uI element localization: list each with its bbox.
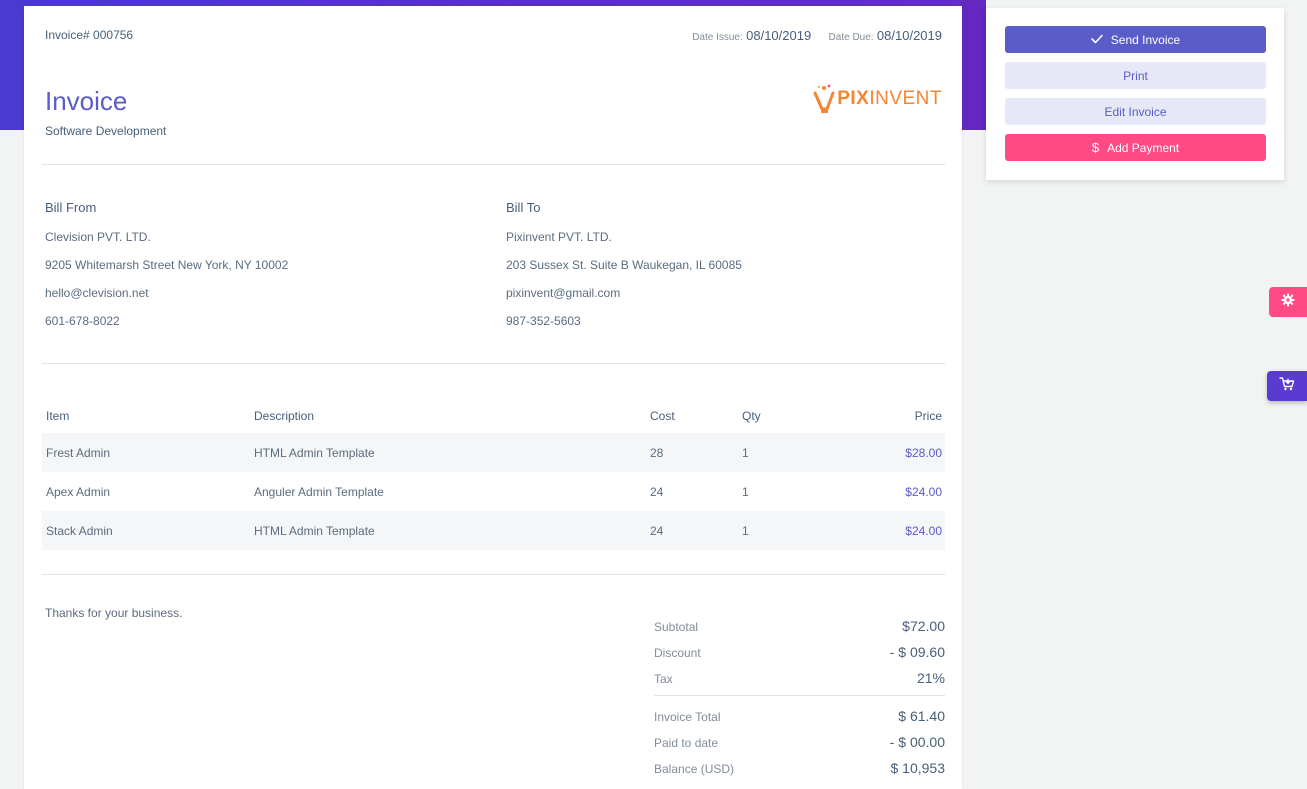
col-header-description: Description [254, 409, 315, 423]
bill-to-phone: 987-352-5603 [506, 314, 581, 328]
cell-qty: 1 [742, 523, 749, 538]
invoice-number-label: Invoice# [45, 28, 90, 42]
date-issue-value: 08/10/2019 [746, 28, 812, 43]
cart-button[interactable] [1267, 371, 1307, 401]
divider [42, 574, 945, 575]
cell-price: $28.00 [905, 445, 942, 460]
balance-value: $ 10,953 [890, 760, 946, 776]
cell-price: $24.00 [905, 484, 942, 499]
cell-cost: 28 [650, 445, 664, 460]
col-header-price: Price [914, 409, 942, 423]
send-invoice-label: Send Invoice [1110, 32, 1181, 47]
bill-to-address: 203 Sussex St. Suite B Waukegan, IL 6008… [506, 258, 742, 272]
bill-from-company: Clevision PVT. LTD. [45, 230, 151, 244]
bill-from-heading: Bill From [45, 200, 97, 215]
table-row: Stack Admin HTML Admin Template 24 1 $24… [42, 511, 945, 550]
col-header-cost: Cost [650, 409, 675, 423]
print-button[interactable]: Print [1005, 62, 1266, 89]
header-band-strip [962, 0, 986, 130]
cell-description: Anguler Admin Template [254, 484, 384, 499]
cell-cost: 24 [650, 484, 664, 499]
balance-row: Balance (USD) $ 10,953 [654, 750, 945, 776]
invoice-total-row: Invoice Total $ 61.40 [654, 702, 945, 724]
invoice-number: Invoice# 000756 [45, 28, 133, 42]
cell-item: Stack Admin [46, 523, 113, 538]
totals-summary: Subtotal $72.00 Discount - $ 09.60 Tax 2… [654, 610, 945, 776]
settings-button[interactable] [1269, 287, 1307, 317]
discount-row: Discount - $ 09.60 [654, 634, 945, 660]
divider [42, 164, 945, 165]
bulb-logo-icon [811, 84, 837, 114]
col-header-qty: Qty [742, 409, 761, 423]
table-header-row: Item Description Cost Qty Price [42, 399, 945, 433]
add-payment-label: Add Payment [1107, 140, 1180, 155]
edit-invoice-button[interactable]: Edit Invoice [1005, 98, 1266, 125]
cell-price: $24.00 [905, 523, 942, 538]
cell-item: Frest Admin [46, 445, 111, 460]
date-due-value: 08/10/2019 [876, 28, 942, 43]
divider [42, 363, 945, 364]
invoice-subtitle: Software Development [45, 124, 167, 138]
bill-to: Bill To Pixinvent PVT. LTD. 203 Sussex S… [506, 200, 742, 341]
invoice-total-label: Invoice Total [654, 710, 721, 724]
edit-invoice-label: Edit Invoice [1104, 104, 1167, 119]
totals-divider [654, 695, 945, 696]
date-issue-label: Date Issue: [692, 32, 743, 43]
bill-from: Bill From Clevision PVT. LTD. 9205 White… [45, 200, 288, 341]
cell-cost: 24 [650, 523, 664, 538]
invoice-total-value: $ 61.40 [898, 708, 945, 724]
cell-qty: 1 [742, 445, 749, 460]
date-due-label: Date Due: [828, 32, 874, 43]
subtotal-row: Subtotal $72.00 [654, 610, 945, 634]
invoice-actions-card: Send Invoice Print Edit Invoice $ Add Pa… [986, 8, 1284, 180]
bill-to-company: Pixinvent PVT. LTD. [506, 230, 612, 244]
check-icon [1090, 33, 1103, 47]
paid-label: Paid to date [654, 736, 719, 750]
logo-text-bold: PIX [837, 88, 870, 109]
invoice-card: Invoice# 000756 Date Issue: 08/10/2019 D… [24, 6, 962, 789]
invoice-number-value: 000756 [93, 28, 134, 42]
items-table: Item Description Cost Qty Price Frest Ad… [42, 399, 945, 550]
logo-text: PIXINVENT [837, 88, 942, 110]
paid-value: - $ 00.00 [889, 734, 945, 750]
tax-value: 21% [916, 670, 945, 686]
tax-row: Tax 21% [654, 660, 945, 686]
cell-description: HTML Admin Template [254, 523, 375, 538]
subtotal-label: Subtotal [654, 620, 699, 634]
gear-icon [1281, 293, 1295, 312]
bill-to-heading: Bill To [506, 200, 541, 215]
add-payment-button[interactable]: $ Add Payment [1005, 134, 1266, 161]
discount-label: Discount [654, 646, 701, 660]
cell-description: HTML Admin Template [254, 445, 375, 460]
col-header-item: Item [46, 409, 70, 423]
cart-icon [1279, 376, 1295, 397]
send-invoice-button[interactable]: Send Invoice [1005, 26, 1266, 53]
bill-from-address: 9205 Whitemarsh Street New York, NY 1000… [45, 258, 289, 272]
company-logo: PIXINVENT [811, 84, 942, 114]
bill-from-phone: 601-678-8022 [45, 314, 120, 328]
bill-to-email: pixinvent@gmail.com [506, 286, 621, 300]
subtotal-value: $72.00 [902, 618, 945, 634]
paid-row: Paid to date - $ 00.00 [654, 724, 945, 750]
balance-label: Balance (USD) [654, 762, 735, 776]
dollar-icon: $ [1091, 140, 1100, 155]
discount-value: - $ 09.60 [889, 644, 945, 660]
invoice-dates: Date Issue: 08/10/2019 Date Due: 08/10/2… [692, 28, 942, 43]
bill-from-email: hello@clevision.net [45, 286, 149, 300]
logo-text-thin: INVENT [869, 88, 942, 109]
table-row: Frest Admin HTML Admin Template 28 1 $28… [42, 433, 945, 472]
thanks-note: Thanks for your business. [45, 606, 183, 620]
page-title: Invoice [45, 86, 128, 116]
cell-item: Apex Admin [46, 484, 111, 499]
tax-label: Tax [654, 672, 673, 686]
print-label: Print [1123, 68, 1148, 83]
cell-qty: 1 [742, 484, 749, 499]
table-row: Apex Admin Anguler Admin Template 24 1 $… [42, 472, 945, 511]
